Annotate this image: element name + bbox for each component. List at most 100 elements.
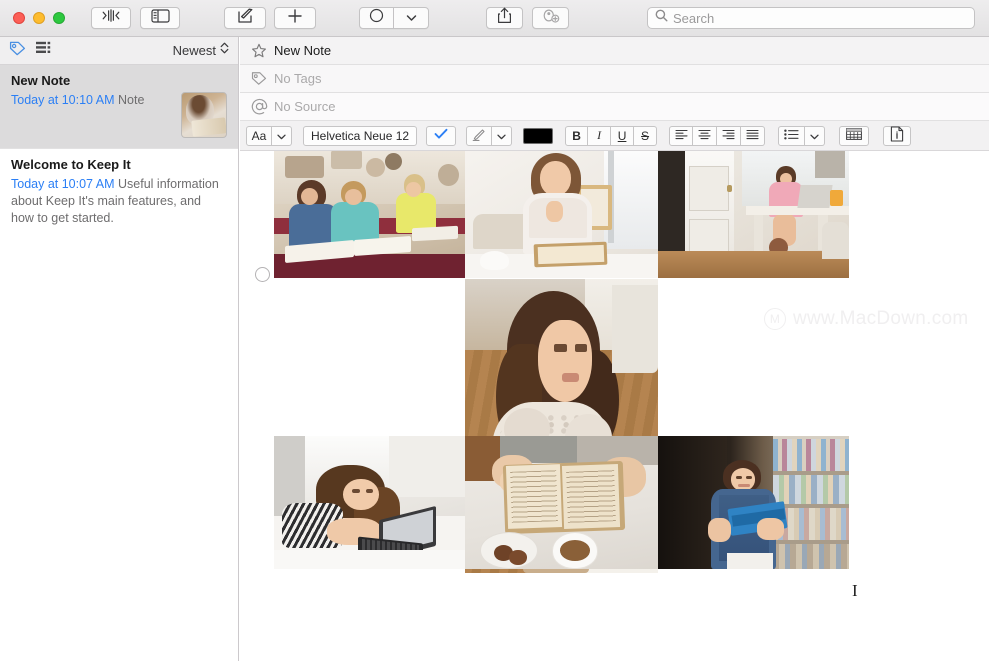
underline-button[interactable]: U [611,125,635,146]
font-label: Helvetica Neue 12 [311,128,410,143]
bold-label: B [572,128,581,143]
text-style-menu-button[interactable] [272,125,292,146]
underline-label: U [617,128,627,143]
tag-icon[interactable] [9,41,26,61]
share-upload-icon [497,7,512,29]
note-title-row[interactable]: New Note [240,37,989,65]
note-date: Today at 10:10 AM [11,93,115,107]
chevron-down-icon [497,129,506,143]
align-left-icon [675,129,688,143]
compose-pencil-icon [237,7,254,29]
sidebar-icon [150,8,170,28]
note-title: Welcome to Keep It [11,157,131,172]
sidebar-header: Newest [0,37,238,65]
note-title-field[interactable]: New Note [274,43,331,58]
macdown-logo-icon: M [764,308,786,330]
plus-icon [287,8,303,29]
search-icon [655,9,668,27]
note-content-pane: New Note No Tags No Source Aa Helvetica … [240,37,989,661]
align-right-button[interactable] [717,125,742,146]
note-preview-text: Note [118,93,145,107]
align-center-icon [698,129,711,143]
keep-it-window: Search Newest New Note Today at 10:10 AM… [0,0,989,661]
chevron-down-icon [277,129,286,143]
woman-laptop-by-window[interactable] [658,151,849,278]
list-item[interactable]: New Note Today at 10:10 AM Note [0,65,238,148]
at-sign-icon[interactable] [248,98,270,115]
list-item[interactable]: Welcome to Keep It Today at 10:07 AM Use… [0,148,238,237]
split-view-icon [101,9,121,27]
woman-laptop-on-bed[interactable] [274,436,465,569]
align-justify-button[interactable] [741,125,766,146]
note-title: New Note [11,73,71,88]
insert-table-button[interactable] [839,125,870,146]
circle-icon [369,8,384,28]
add-item-button[interactable] [274,7,316,29]
tag-add-icon [541,7,560,29]
highlight-menu-button[interactable] [492,125,513,146]
mark-status-menu-button[interactable] [394,7,429,29]
note-source-row[interactable]: No Source [240,93,989,121]
minimize-button[interactable] [33,12,45,24]
align-justify-icon [746,129,759,143]
students-in-classroom[interactable] [274,151,465,278]
document-info-button[interactable] [883,125,912,146]
sort-order-label: Newest [172,43,216,58]
list-style-button[interactable] [778,125,806,146]
formatting-toolbar: Aa Helvetica Neue 12 B I U S [240,121,989,151]
woman-reading-book-sofa[interactable] [465,151,658,278]
star-outline-icon[interactable] [248,43,270,59]
watermark-text: www.MacDown.com [793,308,969,329]
text-style-button[interactable]: Aa [246,125,272,146]
list-view-icon[interactable] [36,41,53,60]
note-thumbnail [181,92,227,138]
zoom-button[interactable] [53,12,65,24]
toggle-inspector-button[interactable] [91,7,131,29]
share-button[interactable] [486,7,523,29]
note-editor-canvas[interactable]: M www.MacDown.com I [240,151,989,661]
search-field[interactable]: Search [647,7,975,29]
text-cursor: I [852,581,858,600]
list-style-menu-button[interactable] [805,125,826,146]
align-right-icon [722,129,735,143]
chevron-down-icon [406,9,417,27]
tag-icon[interactable] [248,71,270,86]
chevron-down-icon [810,129,819,143]
note-preview: Today at 10:07 AM Useful information abo… [11,176,227,227]
window-toolbar: Search [0,0,989,37]
strikethrough-button[interactable]: S [634,125,658,146]
italic-label: I [597,128,602,142]
table-icon [846,128,862,143]
sort-order-control[interactable]: Newest [173,41,229,60]
highlight-button[interactable] [466,125,493,146]
macdown-watermark: M www.MacDown.com [764,308,969,330]
pencil-highlight-icon [472,128,486,144]
note-source-field[interactable]: No Source [274,99,335,114]
compose-note-button[interactable] [224,7,266,29]
hands-holding-open-book[interactable] [465,436,658,569]
note-preview: Today at 10:10 AM Note [11,92,173,109]
spellcheck-button[interactable] [426,125,457,146]
student-in-library[interactable] [658,436,849,569]
text-style-label: Aa [251,128,267,143]
note-tags-row[interactable]: No Tags [240,65,989,93]
text-color-button[interactable] [523,127,554,144]
align-center-button[interactable] [693,125,718,146]
close-button[interactable] [13,12,25,24]
italic-button[interactable]: I [588,125,612,146]
add-tag-button[interactable] [532,7,569,29]
font-selector[interactable]: Helvetica Neue 12 [303,125,418,146]
traffic-lights [13,12,65,24]
strikethrough-label: S [641,128,650,143]
document-info-icon [890,126,904,145]
note-date: Today at 10:07 AM [11,177,115,191]
selection-circle-handle[interactable] [255,267,270,282]
sort-chevrons-icon [220,41,229,60]
note-tags-field[interactable]: No Tags [274,71,321,86]
bold-button[interactable]: B [565,125,589,146]
mark-status-button[interactable] [359,7,394,29]
search-input[interactable]: Search [673,11,714,26]
toggle-sidebar-button[interactable] [140,7,180,29]
align-left-button[interactable] [669,125,694,146]
notes-sidebar: Newest New Note Today at 10:10 AM Note W… [0,37,239,661]
